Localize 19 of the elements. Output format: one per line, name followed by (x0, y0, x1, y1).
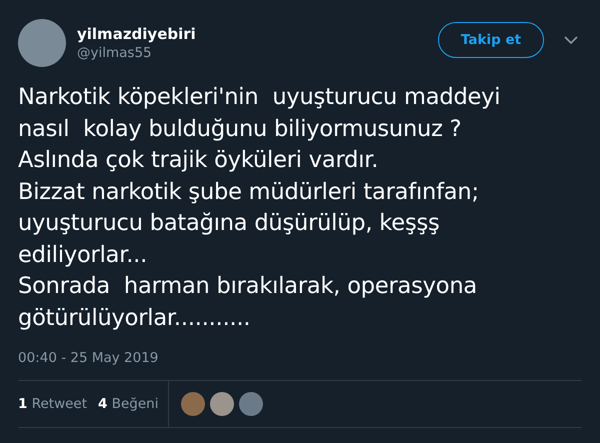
engagement-stat-link[interactable]: 1 Retweet (18, 396, 88, 412)
tweet-text-line: Aslında çok trajik öyküleri vardır. (18, 146, 380, 175)
user-handle[interactable]: @yilmas55 (77, 44, 438, 62)
chevron-down-icon[interactable] (564, 36, 578, 44)
tweet-text-line: nasıl kolay bulduğunu biliyormusunuz ? (18, 114, 462, 144)
liker-avatar-photo[interactable] (239, 392, 264, 416)
tweet-timestamp[interactable]: 00:40 - 25 May 2019 (18, 348, 582, 368)
tweet-text-line: uyuşturucu batağına düşürülüp, keşşş (18, 209, 441, 238)
tweet-text-line: götürülüyorlar........... (18, 304, 252, 332)
tweet-text-line: ediliyorlar... (18, 240, 148, 270)
liker-avatar-photo[interactable] (181, 392, 206, 416)
engagement-stat-link[interactable]: 4 Beğeni (98, 396, 158, 412)
tweet-text-line: Sonrada harman bırakılarak, operasyona (18, 272, 478, 301)
liker-avatar-photo[interactable] (210, 392, 234, 416)
follow-button[interactable]: Takip et (438, 22, 544, 58)
tweet-text-line: Narkotik köpekleri'nin uyuşturucu maddeyi (18, 83, 502, 112)
display-name[interactable]: yilmazdiyebiri (77, 24, 438, 44)
profile-avatar-photo[interactable] (18, 19, 66, 67)
tweet-text-line: Bizzat narkotik şube müdürleri tarafınfan; (18, 178, 480, 206)
